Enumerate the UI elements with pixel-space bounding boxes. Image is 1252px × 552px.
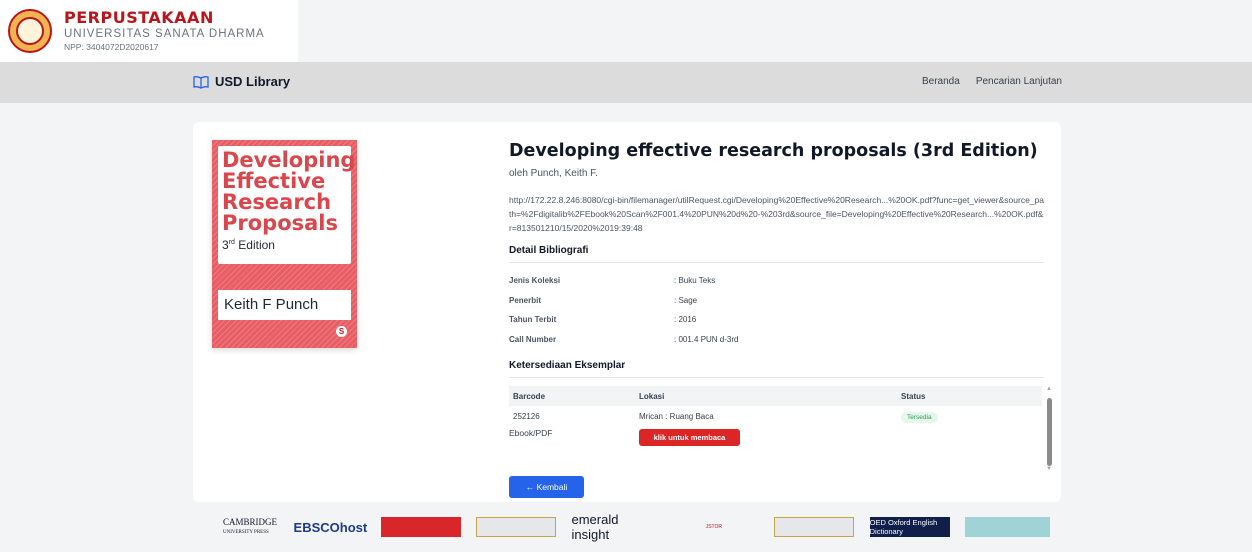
table-row: 252126 Mrican : Ruang Baca Tersedia <box>509 406 1054 426</box>
cambridge-logo[interactable]: CAMBRIDGE UNIVERSITY PRESS <box>220 517 280 537</box>
scroll-down-icon[interactable]: ▼ <box>1046 466 1052 472</box>
book-author: oleh Punch, Keith F. <box>509 168 598 179</box>
cover-author: Keith F Punch <box>224 296 319 313</box>
sanata-dharma-repo-logo[interactable] <box>774 517 855 537</box>
ebook-label: Ebook/PDF <box>509 428 553 438</box>
biblio-heading: Detail Bibliografi <box>509 245 1044 263</box>
ebook-row: Ebook/PDF klik untuk membaca <box>509 426 1054 446</box>
emerald-logo[interactable]: emerald insight <box>572 512 654 542</box>
table-scrollbar[interactable]: ▲ ▼ <box>1044 386 1054 474</box>
brand-title: PERPUSTAKAAN <box>64 8 214 27</box>
book-title: Developing effective research proposals … <box>509 141 1038 161</box>
nav-link-pencarian-lanjutan[interactable]: Pencarian Lanjutan <box>976 76 1062 87</box>
e-journal-logo[interactable] <box>380 517 461 537</box>
partner-logos: CAMBRIDGE UNIVERSITY PRESS EBSCOhost emer… <box>220 512 1050 542</box>
site-header-brand[interactable]: PERPUSTAKAAN UNIVERSITAS SANATA DHARMA N… <box>0 0 298 62</box>
biblio-row: Penerbit: Sage <box>509 295 698 305</box>
cover-edition: 3rd Edition <box>222 238 275 252</box>
read-ebook-button[interactable]: klik untuk membaca <box>639 428 740 446</box>
table-header: Barcode Lokasi Status <box>509 386 1042 406</box>
location-cell: Mrican : Ruang Baca <box>639 411 714 421</box>
book-open-icon <box>193 75 209 89</box>
sanata-dharma-logo[interactable] <box>476 517 557 537</box>
brand-subtitle: UNIVERSITAS SANATA DHARMA <box>64 28 265 40</box>
oed-logo[interactable]: OED Oxford English Dictionary <box>869 517 950 537</box>
book-cover-image: Developing Effective Research Proposals … <box>212 140 357 348</box>
ebook-url[interactable]: http://172.22.8.246:8080/cgi-bin/fileman… <box>509 193 1044 235</box>
availability-heading: Ketersediaan Eksemplar <box>509 360 1044 378</box>
navbar: USD Library Beranda Pencarian Lanjutan <box>0 62 1252 103</box>
back-button[interactable]: ← Kembali <box>509 476 584 498</box>
barcode-cell: 252126 <box>513 411 540 421</box>
pustaka-logo[interactable] <box>965 517 1050 537</box>
cover-title: Developing Effective Research Proposals <box>222 148 356 235</box>
scroll-thumb[interactable] <box>1047 398 1052 466</box>
nav-link-beranda[interactable]: Beranda <box>922 76 960 87</box>
biblio-row: Tahun Terbit: 2016 <box>509 315 697 325</box>
nav-brand-link[interactable]: USD Library <box>193 74 290 89</box>
brand-npp: NPP: 3404072D2020617 <box>64 42 159 52</box>
book-detail-card: Developing Effective Research Proposals … <box>193 122 1061 502</box>
ebsco-logo[interactable]: EBSCOhost <box>294 517 368 537</box>
university-logo-icon <box>8 9 52 53</box>
nav-brand-label: USD Library <box>215 74 291 89</box>
biblio-list: Jenis Koleksi: Buku Teks Penerbit: Sage … <box>509 271 1044 349</box>
biblio-row: Jenis Koleksi: Buku Teks <box>509 276 716 286</box>
biblio-row: Call Number: 001.4 PUN d-3rd <box>509 334 739 344</box>
jstor-logo[interactable]: JSTOR <box>669 517 759 537</box>
scroll-up-icon[interactable]: ▲ <box>1046 386 1052 392</box>
publisher-mark-icon: S <box>336 326 347 337</box>
availability-table: Barcode Lokasi Status 252126 Mrican : Ru… <box>509 386 1054 474</box>
status-badge: Tersedia <box>901 411 938 423</box>
